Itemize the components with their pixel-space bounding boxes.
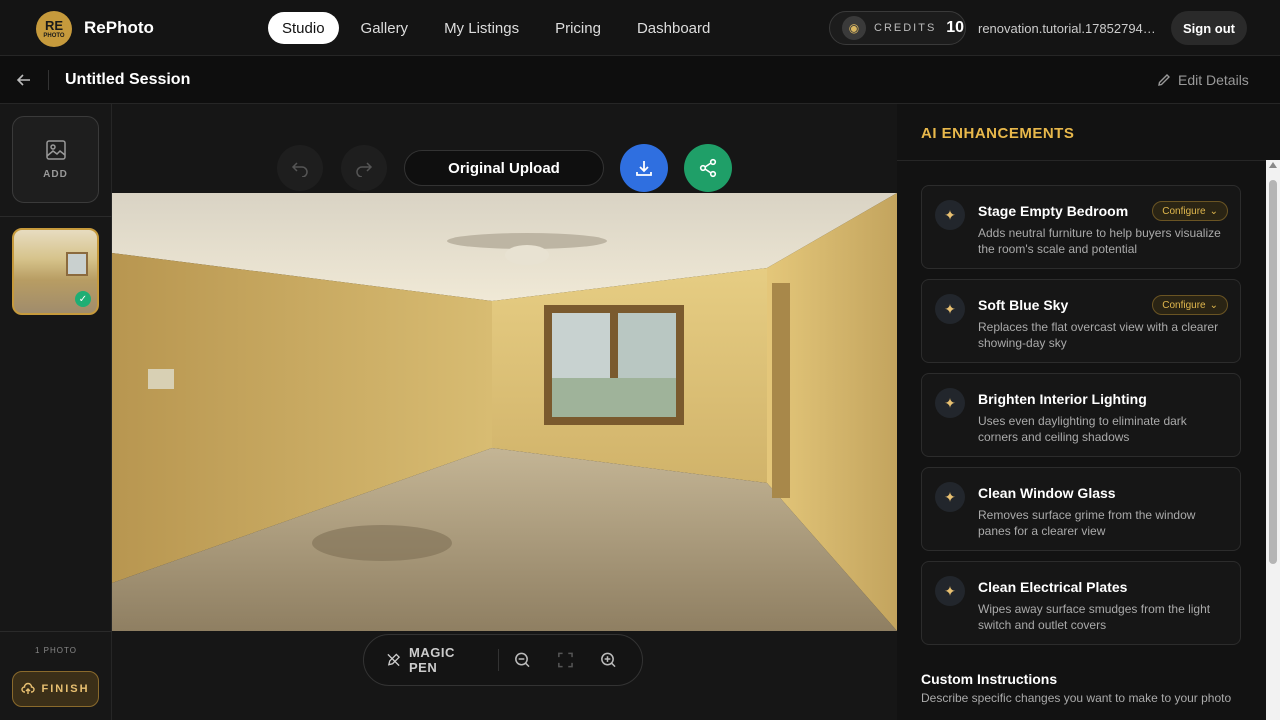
credits-label: CREDITS bbox=[874, 22, 937, 34]
download-icon bbox=[636, 161, 652, 176]
credits-value: 10 bbox=[946, 19, 965, 36]
photo-count: 1 PHOTO bbox=[35, 646, 77, 655]
finish-button[interactable]: FINISH bbox=[12, 671, 99, 707]
enhancement-title: Soft Blue Sky bbox=[978, 297, 1069, 313]
custom-instructions-desc: Describe specific changes you want to ma… bbox=[921, 691, 1232, 705]
enhancement-desc: Adds neutral furniture to help buyers vi… bbox=[978, 226, 1221, 256]
nav-studio[interactable]: Studio bbox=[268, 12, 339, 44]
back-arrow-icon[interactable] bbox=[14, 70, 34, 90]
logo-sub: PHOTO bbox=[43, 33, 65, 39]
enhancement-card[interactable]: ✦ Stage Empty Bedroom Adds neutral furni… bbox=[921, 185, 1241, 269]
undo-button[interactable] bbox=[277, 145, 323, 191]
sign-out-button[interactable]: Sign out bbox=[1171, 11, 1247, 45]
enhancement-card[interactable]: ✦ Clean Window Glass Removes surface gri… bbox=[921, 467, 1241, 551]
enhancement-card[interactable]: ✦ Brighten Interior Lighting Uses even d… bbox=[921, 373, 1241, 457]
nav-gallery[interactable]: Gallery bbox=[347, 12, 423, 44]
photo-thumbnail[interactable]: ✓ bbox=[12, 228, 99, 315]
enhancement-title: Brighten Interior Lighting bbox=[978, 391, 1147, 407]
scrollbar-thumb[interactable] bbox=[1269, 180, 1277, 564]
cloud-upload-icon bbox=[21, 682, 36, 694]
redo-button[interactable] bbox=[341, 145, 387, 191]
configure-button[interactable]: Configure ⌄ bbox=[1152, 201, 1228, 221]
share-button[interactable] bbox=[684, 144, 732, 192]
enhancement-title: Clean Window Glass bbox=[978, 485, 1116, 501]
main-nav: Studio Gallery My Listings Pricing Dashb… bbox=[268, 12, 724, 44]
configure-button[interactable]: Configure ⌄ bbox=[1152, 295, 1228, 315]
share-icon bbox=[699, 158, 717, 178]
configure-label: Configure bbox=[1162, 205, 1206, 217]
canvas-toolbar: MAGIC PEN bbox=[363, 634, 643, 686]
sparkle-icon: ✦ bbox=[935, 388, 965, 418]
nav-my-listings[interactable]: My Listings bbox=[430, 12, 533, 44]
chevron-down-icon: ⌄ bbox=[1209, 205, 1218, 217]
magic-pen-icon bbox=[387, 653, 401, 667]
nav-pricing[interactable]: Pricing bbox=[541, 12, 615, 44]
panel-scrollbar[interactable] bbox=[1266, 160, 1280, 720]
edit-details-button[interactable]: Edit Details bbox=[1156, 72, 1249, 88]
logo[interactable]: RE PHOTO bbox=[36, 11, 72, 47]
zoom-in-icon[interactable] bbox=[599, 650, 618, 670]
sparkle-icon: ✦ bbox=[935, 482, 965, 512]
room-photo[interactable] bbox=[112, 193, 897, 631]
sparkle-icon: ✦ bbox=[935, 576, 965, 606]
brand-name[interactable]: RePhoto bbox=[84, 18, 154, 38]
finish-label: FINISH bbox=[41, 683, 90, 695]
divider bbox=[498, 649, 500, 671]
thumbnail-window-shape bbox=[66, 252, 88, 276]
version-selector[interactable]: Original Upload bbox=[404, 150, 604, 186]
enhancement-card[interactable]: ✦ Soft Blue Sky Replaces the flat overca… bbox=[921, 279, 1241, 363]
enhancement-desc: Removes surface grime from the window pa… bbox=[978, 508, 1196, 538]
logo-text: RE bbox=[44, 18, 64, 33]
scroll-up-arrow-icon[interactable] bbox=[1269, 162, 1277, 168]
credits-badge[interactable]: ◉ CREDITS 10 bbox=[829, 11, 966, 45]
enhancement-card[interactable]: ✦ Clean Electrical Plates Wipes away sur… bbox=[921, 561, 1241, 645]
top-nav-bar: RE PHOTO RePhoto Studio Gallery My Listi… bbox=[0, 0, 1280, 56]
enhancement-desc: Replaces the flat overcast view with a c… bbox=[978, 320, 1219, 350]
coin-icon: ◉ bbox=[842, 16, 866, 40]
magic-pen-label: MAGIC PEN bbox=[409, 645, 455, 675]
session-title: Untitled Session bbox=[65, 71, 191, 88]
download-button[interactable] bbox=[620, 144, 668, 192]
room-photo-illustration bbox=[112, 193, 897, 631]
enhancements-panel: AI ENHANCEMENTS ✦ Stage Empty Bedroom Ad… bbox=[897, 104, 1280, 720]
sparkle-icon: ✦ bbox=[935, 294, 965, 324]
panel-header: AI ENHANCEMENTS bbox=[897, 104, 1280, 161]
add-photo-button[interactable]: ADD bbox=[12, 116, 99, 203]
chevron-down-icon: ⌄ bbox=[1209, 299, 1218, 311]
panel-title: AI ENHANCEMENTS bbox=[921, 125, 1075, 142]
custom-instructions-title: Custom Instructions bbox=[921, 671, 1058, 687]
configure-label: Configure bbox=[1162, 299, 1206, 311]
pencil-icon bbox=[1158, 74, 1170, 86]
photo-sidebar: ADD ✓ 1 PHOTO FINISH bbox=[0, 104, 112, 720]
divider bbox=[0, 216, 112, 217]
session-bar: Untitled Session Edit Details bbox=[0, 56, 1280, 104]
user-email: renovation.tutorial.1785279469... bbox=[978, 21, 1160, 36]
add-label: ADD bbox=[43, 169, 68, 180]
enhancement-title: Stage Empty Bedroom bbox=[978, 203, 1129, 219]
divider bbox=[48, 70, 49, 90]
divider bbox=[0, 631, 112, 632]
edit-details-label: Edit Details bbox=[1178, 72, 1249, 88]
enhancement-desc: Wipes away surface smudges from the ligh… bbox=[978, 602, 1211, 632]
enhancement-desc: Uses even daylighting to eliminate dark … bbox=[978, 414, 1187, 444]
redo-icon bbox=[356, 162, 373, 177]
zoom-out-icon[interactable] bbox=[513, 650, 532, 670]
enhancement-title: Clean Electrical Plates bbox=[978, 579, 1128, 595]
check-icon: ✓ bbox=[75, 291, 91, 307]
magic-pen-button[interactable]: MAGIC PEN bbox=[386, 645, 482, 675]
nav-dashboard[interactable]: Dashboard bbox=[623, 12, 724, 44]
image-add-icon bbox=[45, 140, 66, 160]
canvas-area: Original Upload MAGIC PEN bbox=[112, 104, 897, 720]
undo-icon bbox=[291, 162, 308, 177]
sparkle-icon: ✦ bbox=[935, 200, 965, 230]
fit-screen-icon[interactable] bbox=[556, 650, 575, 670]
